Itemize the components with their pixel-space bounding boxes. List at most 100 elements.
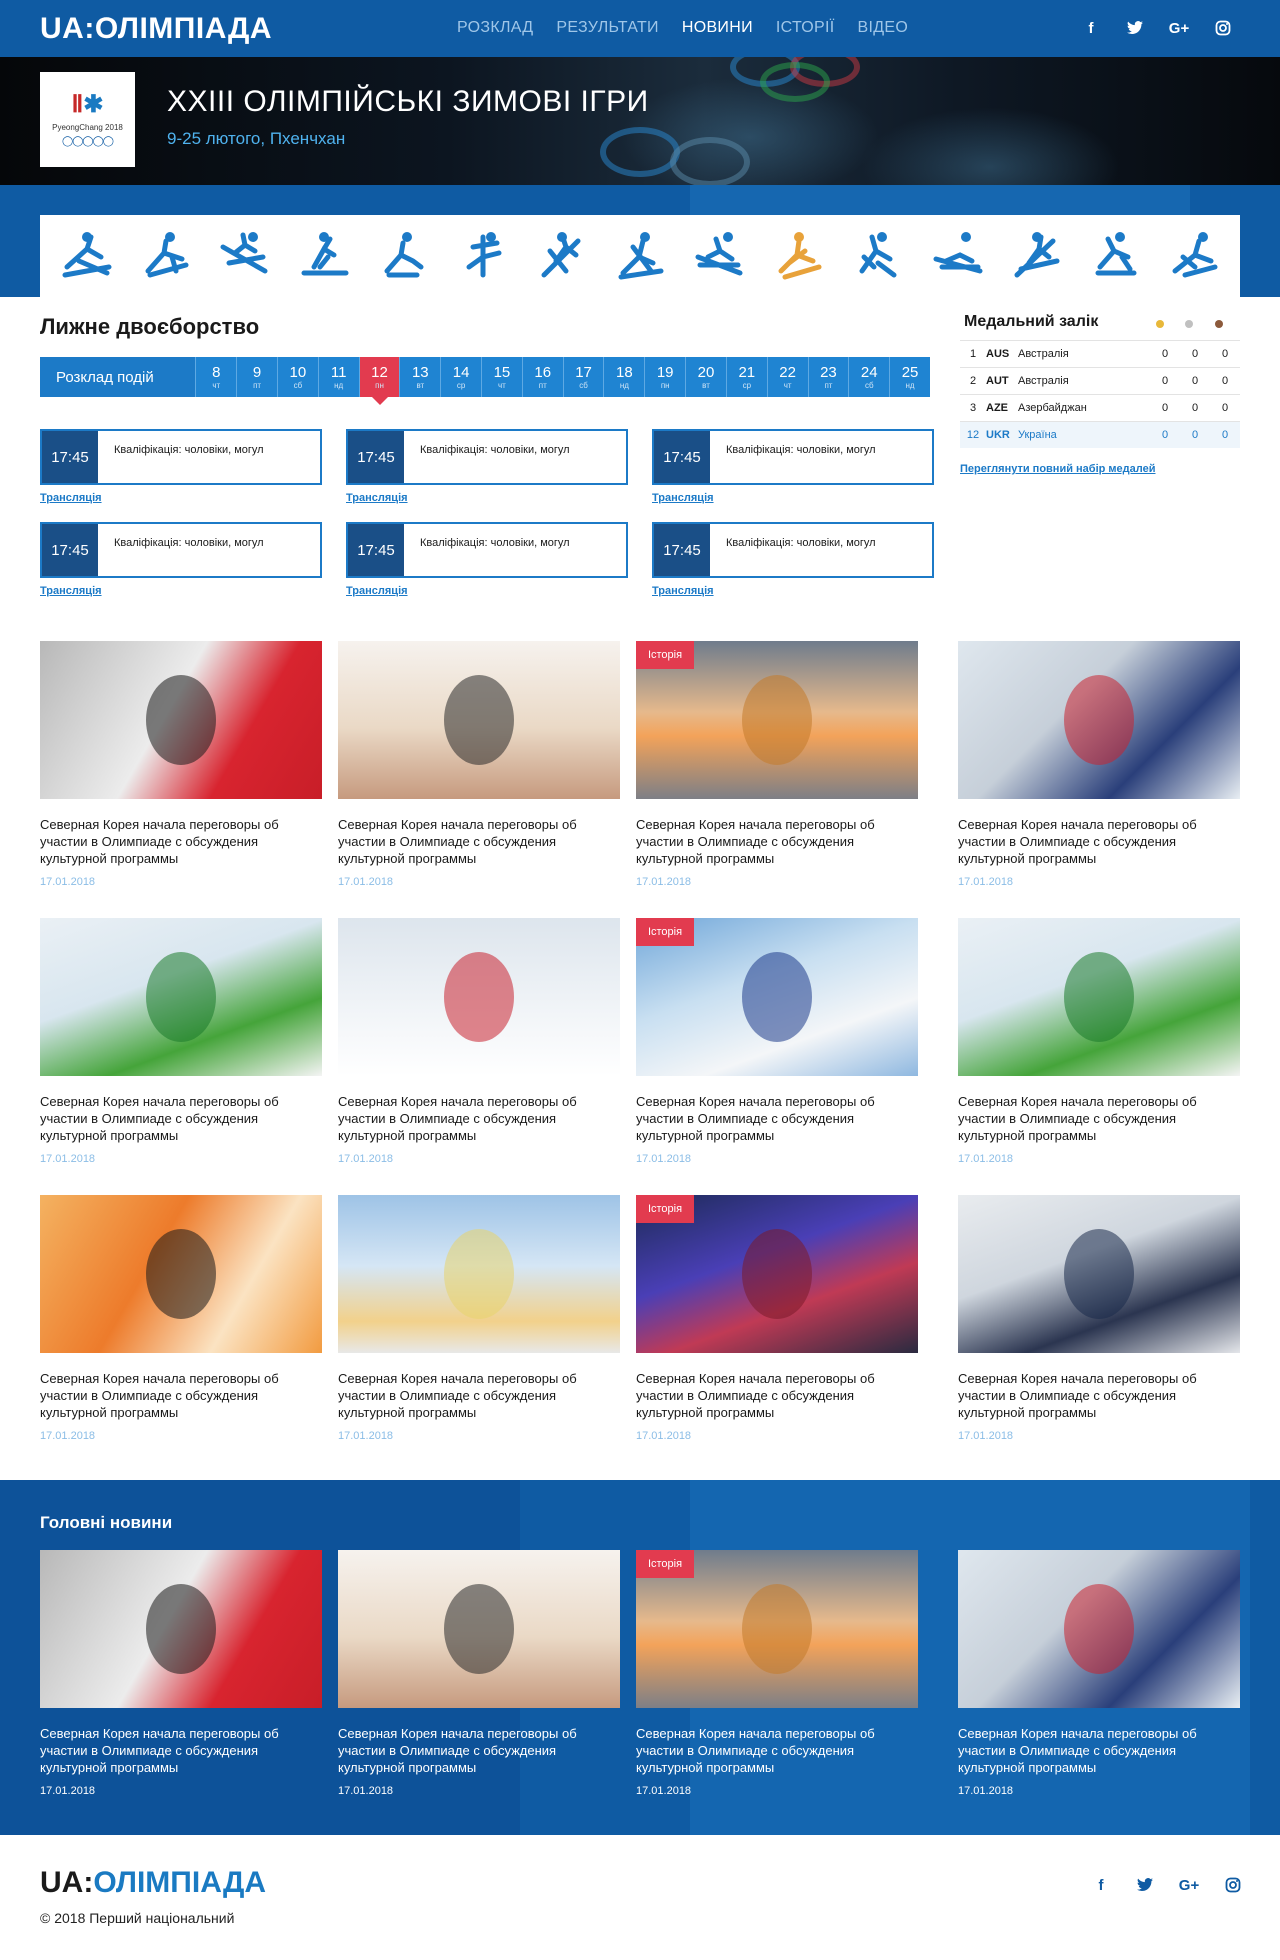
news-card[interactable]: Северная Корея начала переговоры об учас… <box>40 1550 322 1797</box>
figure-skating-icon[interactable] <box>453 227 511 285</box>
news-card[interactable]: Северная Корея начала переговоры об учас… <box>958 1550 1240 1797</box>
news-image[interactable] <box>958 1550 1240 1708</box>
schedule-day-14[interactable]: 14 ср <box>440 357 482 397</box>
news-image[interactable]: Історія <box>636 1550 918 1708</box>
schedule-day-9[interactable]: 9 пт <box>236 357 277 397</box>
footer-logo[interactable]: UA:ОЛІМПІАДА <box>40 1866 266 1900</box>
nordic-ski-icon[interactable] <box>294 227 352 285</box>
news-card[interactable]: Історія Северная Корея начала переговоры … <box>636 641 918 888</box>
news-card[interactable]: Северная Корея начала переговоры об учас… <box>338 918 620 1165</box>
twitter-icon[interactable] <box>1136 1876 1154 1894</box>
news-title[interactable]: Северная Корея начала переговоры об учас… <box>338 816 620 867</box>
news-title[interactable]: Северная Корея начала переговоры об учас… <box>338 1725 620 1776</box>
freestyle-ski-icon[interactable] <box>532 227 590 285</box>
twitter-icon[interactable] <box>1126 19 1144 37</box>
news-title[interactable]: Северная Корея начала переговоры об учас… <box>636 1093 918 1144</box>
news-title[interactable]: Северная Корея начала переговоры об учас… <box>40 1725 322 1776</box>
news-title[interactable]: Северная Корея начала переговоры об учас… <box>958 1370 1240 1421</box>
news-card[interactable]: Северная Корея начала переговоры об учас… <box>338 1550 620 1797</box>
news-title[interactable]: Северная Корея начала переговоры об учас… <box>636 1725 918 1776</box>
news-card[interactable]: Історія Северная Корея начала переговоры … <box>636 1195 918 1442</box>
news-card[interactable]: Северная Корея начала переговоры об учас… <box>40 918 322 1165</box>
ski-jumping-icon[interactable] <box>690 227 748 285</box>
news-card[interactable]: Северная Корея начала переговоры об учас… <box>338 1195 620 1442</box>
schedule-event-card[interactable]: 17:45 Кваліфікація: чоловіки, могул <box>652 429 934 485</box>
schedule-day-8[interactable]: 8 чт <box>195 357 237 397</box>
news-title[interactable]: Северная Корея начала переговоры об учас… <box>958 816 1240 867</box>
broadcast-link[interactable]: Трансляція <box>652 585 714 597</box>
news-image[interactable] <box>40 1550 322 1708</box>
news-title[interactable]: Северная Корея начала переговоры об учас… <box>40 816 322 867</box>
news-image[interactable] <box>40 1195 322 1353</box>
site-logo[interactable]: UA:ОЛІМПІАДА <box>40 12 272 46</box>
schedule-day-13[interactable]: 13 вт <box>399 357 441 397</box>
ice-hockey-icon[interactable] <box>848 227 906 285</box>
broadcast-link[interactable]: Трансляція <box>346 585 408 597</box>
news-card[interactable]: Северная Корея начала переговоры об учас… <box>958 641 1240 888</box>
nav-results[interactable]: РЕЗУЛЬТАТИ <box>556 19 658 37</box>
news-image[interactable]: Історія <box>636 918 918 1076</box>
instagram-icon[interactable] <box>1224 1876 1242 1894</box>
luge-icon[interactable] <box>928 227 986 285</box>
schedule-day-19[interactable]: 19 пн <box>644 357 686 397</box>
news-image[interactable] <box>338 641 620 799</box>
news-card[interactable]: Історія Северная Корея начала переговоры … <box>636 1550 918 1797</box>
snowboard-icon[interactable] <box>136 227 194 285</box>
broadcast-link[interactable]: Трансляція <box>40 492 102 504</box>
news-image[interactable] <box>958 1195 1240 1353</box>
speed-skating-icon[interactable] <box>1165 227 1223 285</box>
schedule-day-22[interactable]: 22 чт <box>766 357 808 397</box>
google-plus-icon[interactable]: G+ <box>1169 19 1189 37</box>
ski-aerial-icon[interactable] <box>215 227 273 285</box>
schedule-day-25[interactable]: 25 нд <box>889 357 930 397</box>
schedule-day-15[interactable]: 15 чт <box>481 357 522 397</box>
nav-video[interactable]: ВІДЕО <box>858 19 909 37</box>
bobsleigh-icon[interactable] <box>1086 227 1144 285</box>
news-image[interactable]: Історія <box>636 641 918 799</box>
schedule-day-16[interactable]: 16 пт <box>521 357 563 397</box>
news-card[interactable]: Северная Корея начала переговоры об учас… <box>958 1195 1240 1442</box>
broadcast-link[interactable]: Трансляція <box>652 492 714 504</box>
news-title[interactable]: Северная Корея начала переговоры об учас… <box>338 1093 620 1144</box>
facebook-icon[interactable]: f <box>1092 1876 1110 1894</box>
news-image[interactable] <box>338 918 620 1076</box>
schedule-day-18[interactable]: 18 нд <box>603 357 645 397</box>
news-card[interactable]: Северная Корея начала переговоры об учас… <box>338 641 620 888</box>
schedule-day-12[interactable]: 12 пн <box>358 357 400 405</box>
schedule-day-10[interactable]: 10 сб <box>276 357 318 397</box>
schedule-day-23[interactable]: 23 пт <box>807 357 849 397</box>
news-card[interactable]: Северная Корея начала переговоры об учас… <box>958 918 1240 1165</box>
news-card[interactable]: Северная Корея начала переговоры об учас… <box>40 641 322 888</box>
news-image[interactable] <box>338 1550 620 1708</box>
google-plus-icon[interactable]: G+ <box>1179 1876 1199 1894</box>
nav-stories[interactable]: ІСТОРІЇ <box>776 19 835 37</box>
broadcast-link[interactable]: Трансляція <box>40 585 102 597</box>
news-title[interactable]: Северная Корея начала переговоры об учас… <box>338 1370 620 1421</box>
schedule-day-24[interactable]: 24 сб <box>848 357 890 397</box>
ski-jump-icon[interactable] <box>57 227 115 285</box>
broadcast-link[interactable]: Трансляція <box>346 492 408 504</box>
nav-schedule[interactable]: РОЗКЛАД <box>457 19 533 37</box>
schedule-day-11[interactable]: 11 нд <box>317 357 359 397</box>
all-medals-link[interactable]: Переглянути повний набір медалей <box>960 463 1156 475</box>
alpine-ski-icon[interactable] <box>1007 227 1065 285</box>
news-title[interactable]: Северная Корея начала переговоры об учас… <box>40 1370 322 1421</box>
news-card[interactable]: Северная Корея начала переговоры об учас… <box>40 1195 322 1442</box>
nav-news[interactable]: НОВИНИ <box>682 19 753 37</box>
schedule-event-card[interactable]: 17:45 Кваліфікація: чоловіки, могул <box>652 522 934 578</box>
news-image[interactable] <box>958 918 1240 1076</box>
schedule-day-20[interactable]: 20 вт <box>685 357 726 397</box>
news-image[interactable]: Історія <box>636 1195 918 1353</box>
news-title[interactable]: Северная Корея начала переговоры об учас… <box>958 1093 1240 1144</box>
news-image[interactable] <box>338 1195 620 1353</box>
news-title[interactable]: Северная Корея начала переговоры об учас… <box>636 816 918 867</box>
facebook-icon[interactable]: f <box>1082 19 1100 37</box>
schedule-day-21[interactable]: 21 ср <box>725 357 767 397</box>
schedule-event-card[interactable]: 17:45 Кваліфікація: чоловіки, могул <box>40 522 322 578</box>
news-image[interactable] <box>958 641 1240 799</box>
instagram-icon[interactable] <box>1214 19 1232 37</box>
cross-country-icon[interactable] <box>611 227 669 285</box>
schedule-event-card[interactable]: 17:45 Кваліфікація: чоловіки, могул <box>346 429 628 485</box>
news-title[interactable]: Северная Корея начала переговоры об учас… <box>40 1093 322 1144</box>
schedule-day-17[interactable]: 17 сб <box>562 357 604 397</box>
